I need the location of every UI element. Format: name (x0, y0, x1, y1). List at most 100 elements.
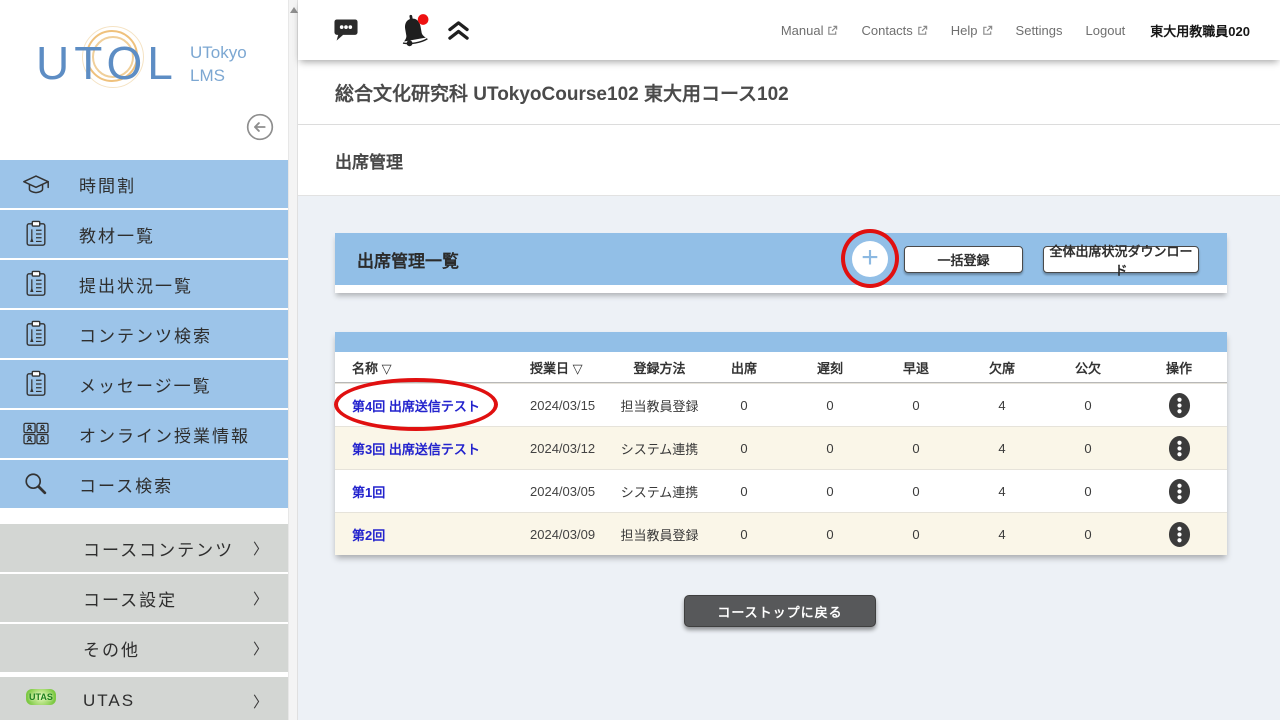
sidebar-item-course-search[interactable]: コース検索 (0, 460, 288, 508)
table-row: 第1回 2024/03/05 システム連携 0 0 0 4 0 (335, 469, 1227, 512)
clipboard-icon (21, 270, 51, 298)
column-header-early: 早退 (873, 358, 959, 377)
column-header-attend: 出席 (701, 358, 787, 377)
sidebar: UTOL UTokyo LMS (0, 0, 288, 720)
sidebar-collapse-button[interactable] (246, 113, 274, 141)
notifications-button[interactable] (397, 13, 430, 48)
logout-link[interactable]: Logout (1086, 23, 1126, 38)
double-chevron-up-icon (446, 20, 471, 41)
manual-link[interactable]: Manual (781, 23, 839, 38)
attendance-item-link[interactable]: 第4回 出席送信テスト (352, 399, 480, 414)
chat-bubble-icon (333, 18, 359, 43)
late-count: 0 (787, 441, 873, 456)
graduation-cap-icon (21, 172, 51, 197)
class-date: 2024/03/05 (521, 484, 618, 499)
sidebar-item-timetable[interactable]: 時間割 (0, 160, 288, 208)
attendance-item-link[interactable]: 第2回 (352, 528, 385, 543)
sidebar-item-materials[interactable]: 教材一覧 (0, 210, 288, 258)
notification-dot (418, 14, 429, 25)
attendance-item-link[interactable]: 第1回 (352, 485, 385, 500)
scroll-up-icon[interactable] (290, 7, 298, 13)
official-absence-count: 0 (1045, 398, 1131, 413)
register-method: システム連携 (618, 439, 701, 458)
class-date: 2024/03/15 (521, 398, 618, 413)
collapse-topbar-button[interactable] (446, 20, 471, 41)
table-header-row: 名称 ▽ 授業日 ▽ 登録方法 出席 遅刻 早退 欠席 公欠 操作 (335, 352, 1227, 383)
attendance-panel-header: 出席管理一覧 + 一括登録 全体出席状況ダウンロード (335, 233, 1227, 285)
sidebar-item-label: 時間割 (79, 172, 136, 197)
online-class-icon (21, 422, 51, 446)
back-to-course-top-button[interactable]: コーストップに戻る (684, 595, 876, 627)
utas-logo-icon: UTAS (26, 689, 56, 705)
row-actions-menu-icon[interactable] (1168, 392, 1191, 419)
link-label: Help (951, 23, 978, 38)
column-header-late: 遅刻 (787, 358, 873, 377)
external-link-icon (917, 25, 928, 36)
panel-footer-strip (335, 285, 1227, 293)
sidebar-scrollbar[interactable] (288, 0, 298, 720)
clipboard-icon (21, 220, 51, 248)
settings-link[interactable]: Settings (1016, 23, 1063, 38)
download-attendance-button[interactable]: 全体出席状況ダウンロード (1043, 246, 1199, 273)
table-top-strip (335, 332, 1227, 352)
logo-area: UTOL UTokyo LMS (0, 0, 288, 160)
content-area: 出席管理一覧 + 一括登録 全体出席状況ダウンロード 名称 ▽ 授業日 ▽ 登録… (298, 196, 1280, 720)
utol-logo-subtitle: UTokyo LMS (190, 42, 247, 88)
sidebar-item-label: 提出状況一覧 (79, 272, 193, 297)
attend-count: 0 (701, 527, 787, 542)
chevron-right-icon: 〉 (253, 691, 268, 712)
link-label: Settings (1016, 23, 1063, 38)
sidebar-item-label: UTAS (83, 691, 135, 711)
topbar: Manual Contacts Help Settings Logout 東大用… (298, 0, 1280, 60)
attendance-panel: 出席管理一覧 + 一括登録 全体出席状況ダウンロード (335, 233, 1227, 293)
table-row: 第2回 2024/03/09 担当教員登録 0 0 0 4 0 (335, 512, 1227, 555)
sidebar-item-utas[interactable]: UTAS UTAS 〉 (0, 677, 288, 720)
early-count: 0 (873, 484, 959, 499)
sidebar-item-others[interactable]: その他 〉 (0, 624, 288, 672)
sidebar-nav: 時間割 教材一覧 (0, 160, 288, 508)
column-header-name[interactable]: 名称 ▽ (335, 358, 521, 377)
sidebar-item-online-class-info[interactable]: オンライン授業情報 (0, 410, 288, 458)
sidebar-item-label: メッセージ一覧 (79, 372, 212, 397)
sidebar-item-course-contents[interactable]: コースコンテンツ 〉 (0, 524, 288, 572)
logo-subtitle-line2: LMS (190, 65, 247, 88)
row-actions-menu-icon[interactable] (1168, 478, 1191, 505)
sidebar-item-content-search[interactable]: コンテンツ検索 (0, 310, 288, 358)
link-label: Logout (1086, 23, 1126, 38)
row-actions-menu-icon[interactable] (1168, 521, 1191, 548)
sidebar-item-messages[interactable]: メッセージ一覧 (0, 360, 288, 408)
course-title: 総合文化研究科 UTokyoCourse102 東大用コース102 (335, 79, 789, 106)
sidebar-item-label: オンライン授業情報 (79, 422, 250, 447)
table-row: 第3回 出席送信テスト 2024/03/12 システム連携 0 0 0 4 0 (335, 426, 1227, 469)
row-actions-menu-icon[interactable] (1168, 435, 1191, 462)
class-date: 2024/03/09 (521, 527, 618, 542)
page-title: 出席管理 (335, 148, 403, 173)
chat-button[interactable] (333, 18, 359, 43)
section-title-band: 出席管理 (298, 125, 1280, 196)
register-method: 担当教員登録 (618, 396, 701, 415)
column-header-method: 登録方法 (618, 358, 701, 377)
contacts-link[interactable]: Contacts (861, 23, 927, 38)
attend-count: 0 (701, 484, 787, 499)
help-link[interactable]: Help (951, 23, 993, 38)
main-area: Manual Contacts Help Settings Logout 東大用… (298, 0, 1280, 720)
link-label: Manual (781, 23, 824, 38)
absent-count: 4 (959, 484, 1045, 499)
bulk-register-button[interactable]: 一括登録 (904, 246, 1023, 273)
search-icon (21, 471, 51, 497)
table-row: 第4回 出席送信テスト 2024/03/15 担当教員登録 0 0 0 4 0 (335, 383, 1227, 426)
late-count: 0 (787, 484, 873, 499)
late-count: 0 (787, 398, 873, 413)
add-attendance-button[interactable]: + (852, 241, 888, 277)
sidebar-item-label: コースコンテンツ (83, 536, 234, 561)
chevron-right-icon: 〉 (253, 538, 268, 559)
attendance-item-link[interactable]: 第3回 出席送信テスト (352, 442, 480, 457)
chevron-right-icon: 〉 (253, 638, 268, 659)
sidebar-item-submission-status[interactable]: 提出状況一覧 (0, 260, 288, 308)
bell-icon (397, 13, 430, 48)
sidebar-item-course-settings[interactable]: コース設定 〉 (0, 574, 288, 622)
column-header-date[interactable]: 授業日 ▽ (521, 358, 618, 377)
attend-count: 0 (701, 398, 787, 413)
early-count: 0 (873, 527, 959, 542)
column-header-actions: 操作 (1131, 358, 1227, 377)
